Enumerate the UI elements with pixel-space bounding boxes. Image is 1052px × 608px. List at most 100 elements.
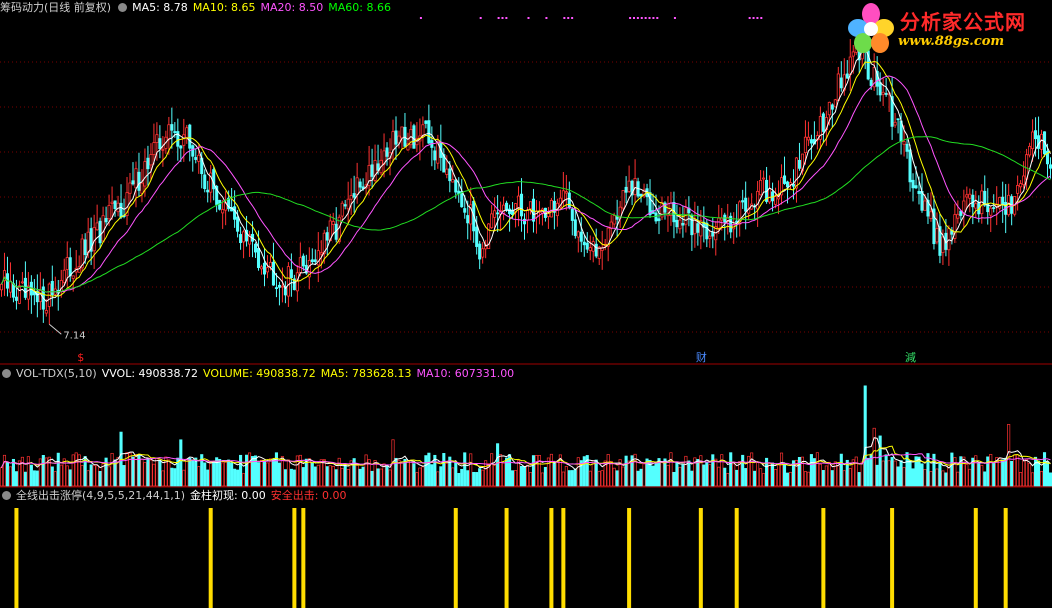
volume-bar (493, 464, 497, 487)
candle (206, 180, 210, 203)
volume-bar (32, 470, 36, 487)
volume-bar (11, 458, 15, 487)
volume-bar (866, 457, 870, 487)
candle (806, 121, 810, 146)
candle-body (17, 285, 21, 304)
volume-bar (310, 462, 314, 487)
volume-bar (331, 465, 335, 487)
candle (543, 207, 547, 222)
candle-body (744, 197, 748, 212)
candle-body (681, 222, 685, 226)
volume-bar (188, 457, 192, 487)
candle (412, 123, 416, 149)
candle (797, 142, 801, 171)
volume-bar (1007, 424, 1011, 487)
candle-body (579, 231, 583, 242)
volume-bar (899, 460, 903, 487)
volume-bar (830, 470, 834, 487)
candle-body (182, 134, 186, 146)
candle-body (20, 281, 24, 284)
candle-body (582, 241, 586, 246)
volume-bar (782, 464, 787, 487)
volume-bar (86, 470, 90, 487)
candle-body (128, 182, 132, 194)
candle-body (791, 183, 796, 187)
volume-bar (723, 467, 727, 487)
candle-body (68, 257, 72, 277)
candle-body (331, 221, 335, 225)
candle-body (448, 168, 452, 182)
candle (678, 207, 682, 234)
candle (732, 212, 736, 244)
candle-body (158, 138, 162, 150)
settings-dot-icon[interactable] (118, 3, 128, 12)
candle (406, 132, 410, 151)
volume-bar (253, 455, 258, 487)
candle-body (585, 242, 589, 250)
volume-bar (379, 468, 383, 487)
candle (403, 112, 407, 147)
candle (896, 118, 900, 134)
candle-body (319, 252, 323, 255)
volume-bar (1010, 460, 1014, 487)
ma5-line (1, 48, 1051, 302)
candle (576, 230, 580, 253)
volume-bar (155, 457, 159, 487)
candle (313, 249, 317, 265)
volume-bar (259, 459, 264, 487)
candle (283, 281, 287, 304)
volume-bar (540, 472, 544, 487)
candle (965, 186, 969, 209)
candle-body (239, 234, 243, 244)
volume-bar (475, 472, 479, 487)
candle (95, 204, 99, 231)
volume-bar (582, 456, 586, 487)
candle (618, 200, 622, 228)
signal-settings-dot-icon[interactable] (2, 491, 11, 500)
volume-bar (884, 454, 888, 487)
candle (893, 113, 897, 128)
event-dot (545, 17, 548, 19)
volume-settings-dot-icon[interactable] (2, 369, 11, 378)
volume-bar (194, 457, 198, 487)
candle (570, 207, 574, 236)
volume-bar (340, 467, 344, 487)
candle (905, 139, 909, 159)
candle (528, 201, 533, 215)
candle-body (528, 201, 533, 210)
volume-bar (289, 468, 293, 487)
candle-body (466, 215, 470, 224)
candle-body (774, 196, 778, 205)
candle (191, 144, 195, 172)
candle (1022, 161, 1026, 189)
candle (953, 203, 957, 244)
volume-bar (107, 466, 111, 487)
volume-label: VOLUME: 490838.72 (203, 367, 316, 380)
volume-panel-header: VOL-TDX(5,10) VVOL: 490838.72 VOLUME: 4908… (0, 366, 519, 382)
volume-bar (322, 459, 326, 487)
volume-bar (908, 460, 912, 487)
candle (693, 201, 697, 248)
event-dot (752, 17, 755, 19)
volume-bar (717, 466, 721, 487)
volume-bar (436, 471, 440, 487)
candle-body (965, 194, 969, 198)
candle-body (274, 287, 278, 289)
stock-chart[interactable]: 7.14 $ 财 減 (0, 0, 1052, 608)
signal-bar (14, 508, 19, 608)
volume-bar (191, 459, 195, 487)
candle-body (0, 283, 4, 291)
volume-bar (564, 466, 568, 487)
volume-bar (74, 452, 78, 487)
candle-body (785, 181, 790, 188)
volume-bar (806, 471, 810, 487)
volume-bar (1039, 471, 1044, 487)
volume-bar (881, 460, 885, 487)
volume-bar (848, 468, 852, 487)
volume-bar (660, 461, 664, 487)
candle (672, 191, 676, 239)
volume-bar (337, 457, 341, 487)
volume-bar (902, 467, 906, 487)
candle (1019, 180, 1023, 194)
volume-bar (857, 472, 861, 487)
